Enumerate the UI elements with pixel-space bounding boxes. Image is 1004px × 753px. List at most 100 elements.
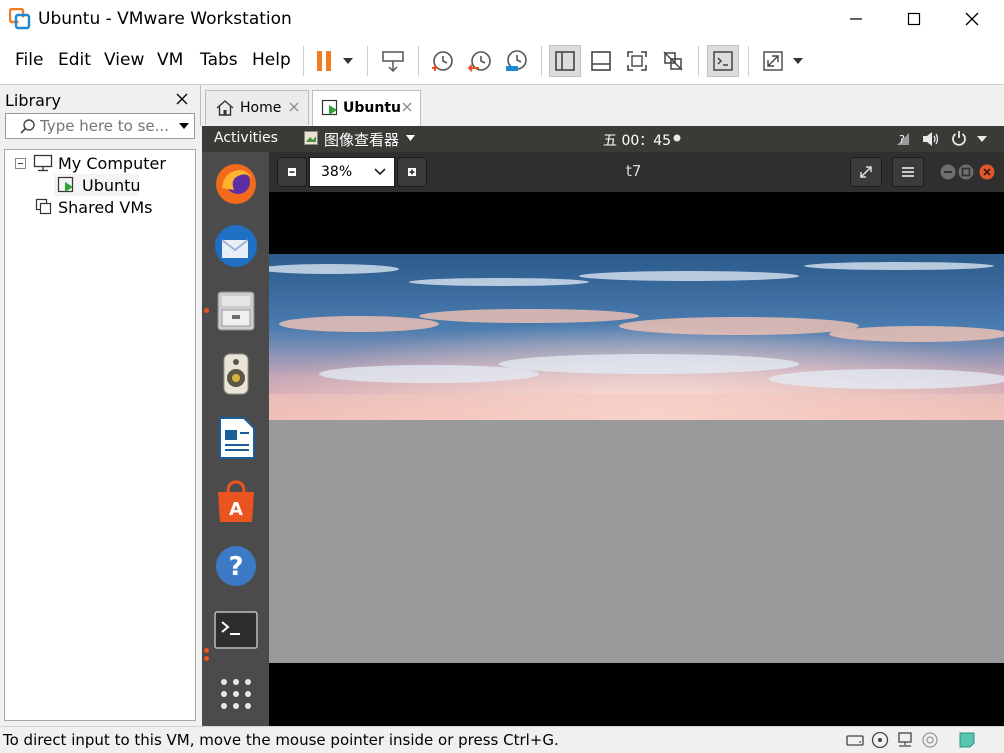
console-view-button[interactable] <box>707 45 739 77</box>
network-icon[interactable]: ? <box>895 131 911 147</box>
terminal-icon[interactable] <box>212 606 260 654</box>
svg-text:A: A <box>229 499 243 520</box>
menu-view[interactable]: View <box>104 50 144 70</box>
window-maximize-icon[interactable] <box>958 164 974 180</box>
chevron-down-icon[interactable] <box>977 136 987 142</box>
collapse-toggle-icon[interactable] <box>15 158 26 169</box>
tree-item-shared-vms[interactable]: Shared VMs <box>58 198 153 217</box>
home-icon <box>216 100 234 116</box>
image-canvas[interactable] <box>269 192 1004 726</box>
cd-dvd-icon[interactable] <box>871 731 889 749</box>
network-adapter-icon[interactable] <box>896 731 914 749</box>
libreoffice-writer-icon[interactable] <box>212 414 260 462</box>
image-title: t7 <box>626 162 642 180</box>
maximize-button[interactable] <box>885 0 943 38</box>
tab-ubuntu[interactable]: Ubuntu <box>312 90 421 126</box>
running-indicator <box>204 656 209 661</box>
library-panel: Library My Computer Ubuntu <box>0 85 199 725</box>
toolbar-separator <box>418 46 419 76</box>
zoom-in-button[interactable] <box>397 157 427 187</box>
snapshot-button[interactable] <box>426 45 458 77</box>
menu-help[interactable]: Help <box>252 50 291 70</box>
library-pane-icon <box>555 51 575 71</box>
chevron-down-icon <box>374 168 386 176</box>
revert-snapshot-button[interactable] <box>464 45 496 77</box>
show-thumbnail-bar-button[interactable] <box>585 45 617 77</box>
close-icon <box>289 102 299 112</box>
clock[interactable]: 五 00：45 <box>603 130 681 150</box>
tree-item-my-computer[interactable]: My Computer <box>58 154 166 173</box>
show-library-button[interactable] <box>549 45 581 77</box>
shared-vms-icon <box>35 198 52 215</box>
menu-toolbar: File Edit View VM Tabs Help <box>0 38 1004 85</box>
fullscreen-button[interactable] <box>850 157 882 187</box>
tab-home-close-button[interactable] <box>289 97 299 116</box>
notification-dot-icon <box>673 134 681 142</box>
computer-icon <box>33 154 53 172</box>
minimize-button[interactable] <box>827 0 885 38</box>
library-title: Library <box>5 91 61 110</box>
console-icon <box>713 51 733 71</box>
menu-tabs[interactable]: Tabs <box>200 50 238 70</box>
sound-card-icon[interactable] <box>921 731 939 749</box>
hard-disk-icon[interactable] <box>846 731 864 749</box>
status-message: To direct input to this VM, move the mou… <box>3 731 559 749</box>
svg-text:?: ? <box>228 552 243 582</box>
revert-snapshot-icon <box>467 51 491 72</box>
power-dropdown-button[interactable] <box>336 45 360 77</box>
menu-vm[interactable]: VM <box>157 50 183 70</box>
rhythmbox-icon[interactable] <box>212 350 260 398</box>
menu-file[interactable]: File <box>15 50 43 70</box>
window-minimize-icon[interactable] <box>940 164 956 180</box>
library-tree: My Computer Ubuntu Shared VMs <box>4 149 196 721</box>
help-icon[interactable]: ? <box>212 542 260 590</box>
image-viewer-header: 38% t7 <box>269 152 1004 192</box>
ubuntu-software-icon[interactable]: A <box>212 478 260 526</box>
unity-button[interactable] <box>657 45 689 77</box>
snapshot-manager-button[interactable] <box>500 45 532 77</box>
tab-ubuntu-close-button[interactable] <box>402 97 412 116</box>
zoom-level-dropdown[interactable]: 38% <box>309 157 395 187</box>
library-search-input[interactable] <box>40 116 168 136</box>
close-button[interactable] <box>943 0 1001 38</box>
files-icon[interactable] <box>212 286 260 334</box>
stretch-icon <box>763 51 783 71</box>
image-viewer-app-icon <box>304 131 318 145</box>
tab-home-label: Home <box>240 100 282 116</box>
menu-edit[interactable]: Edit <box>58 50 91 70</box>
toolbar-separator <box>541 46 542 76</box>
minimize-icon <box>850 18 862 20</box>
library-search-box[interactable] <box>5 113 195 139</box>
app-menu-label: 图像查看器 <box>324 131 400 149</box>
show-applications-icon[interactable] <box>212 670 260 718</box>
power-icon[interactable] <box>951 130 967 147</box>
thunderbird-icon[interactable] <box>212 222 260 270</box>
message-log-icon[interactable] <box>958 731 976 749</box>
tree-item-ubuntu[interactable]: Ubuntu <box>54 174 141 196</box>
full-screen-button[interactable] <box>621 45 653 77</box>
send-ctrl-alt-del-button[interactable] <box>377 45 409 77</box>
stretch-guest-button[interactable] <box>757 45 789 77</box>
window-title: Ubuntu - VMware Workstation <box>38 9 292 29</box>
vm-running-icon <box>321 99 338 116</box>
window-close-icon[interactable] <box>979 164 995 180</box>
running-indicator <box>204 648 209 653</box>
hamburger-menu-button[interactable] <box>892 157 924 187</box>
maximize-icon <box>907 12 921 26</box>
firefox-icon[interactable] <box>212 158 260 206</box>
toolbar-separator <box>367 46 368 76</box>
tab-home[interactable]: Home <box>205 90 309 125</box>
tab-strip: Home Ubuntu <box>200 85 1004 126</box>
volume-icon[interactable] <box>922 131 940 147</box>
toolbar-separator <box>698 46 699 76</box>
library-close-button[interactable] <box>176 89 188 110</box>
stretch-dropdown-button[interactable] <box>786 45 810 77</box>
chevron-down-icon[interactable] <box>178 122 190 130</box>
close-icon <box>176 93 188 105</box>
activities-button[interactable]: Activities <box>214 130 278 146</box>
image-lower-region <box>269 420 1004 663</box>
pause-icon <box>317 51 331 71</box>
zoom-out-button[interactable] <box>277 157 307 187</box>
vm-console[interactable]: Activities 图像查看器 五 00：45 ? A ? 38% t7 <box>202 126 1004 726</box>
chevron-down-icon <box>343 58 353 64</box>
